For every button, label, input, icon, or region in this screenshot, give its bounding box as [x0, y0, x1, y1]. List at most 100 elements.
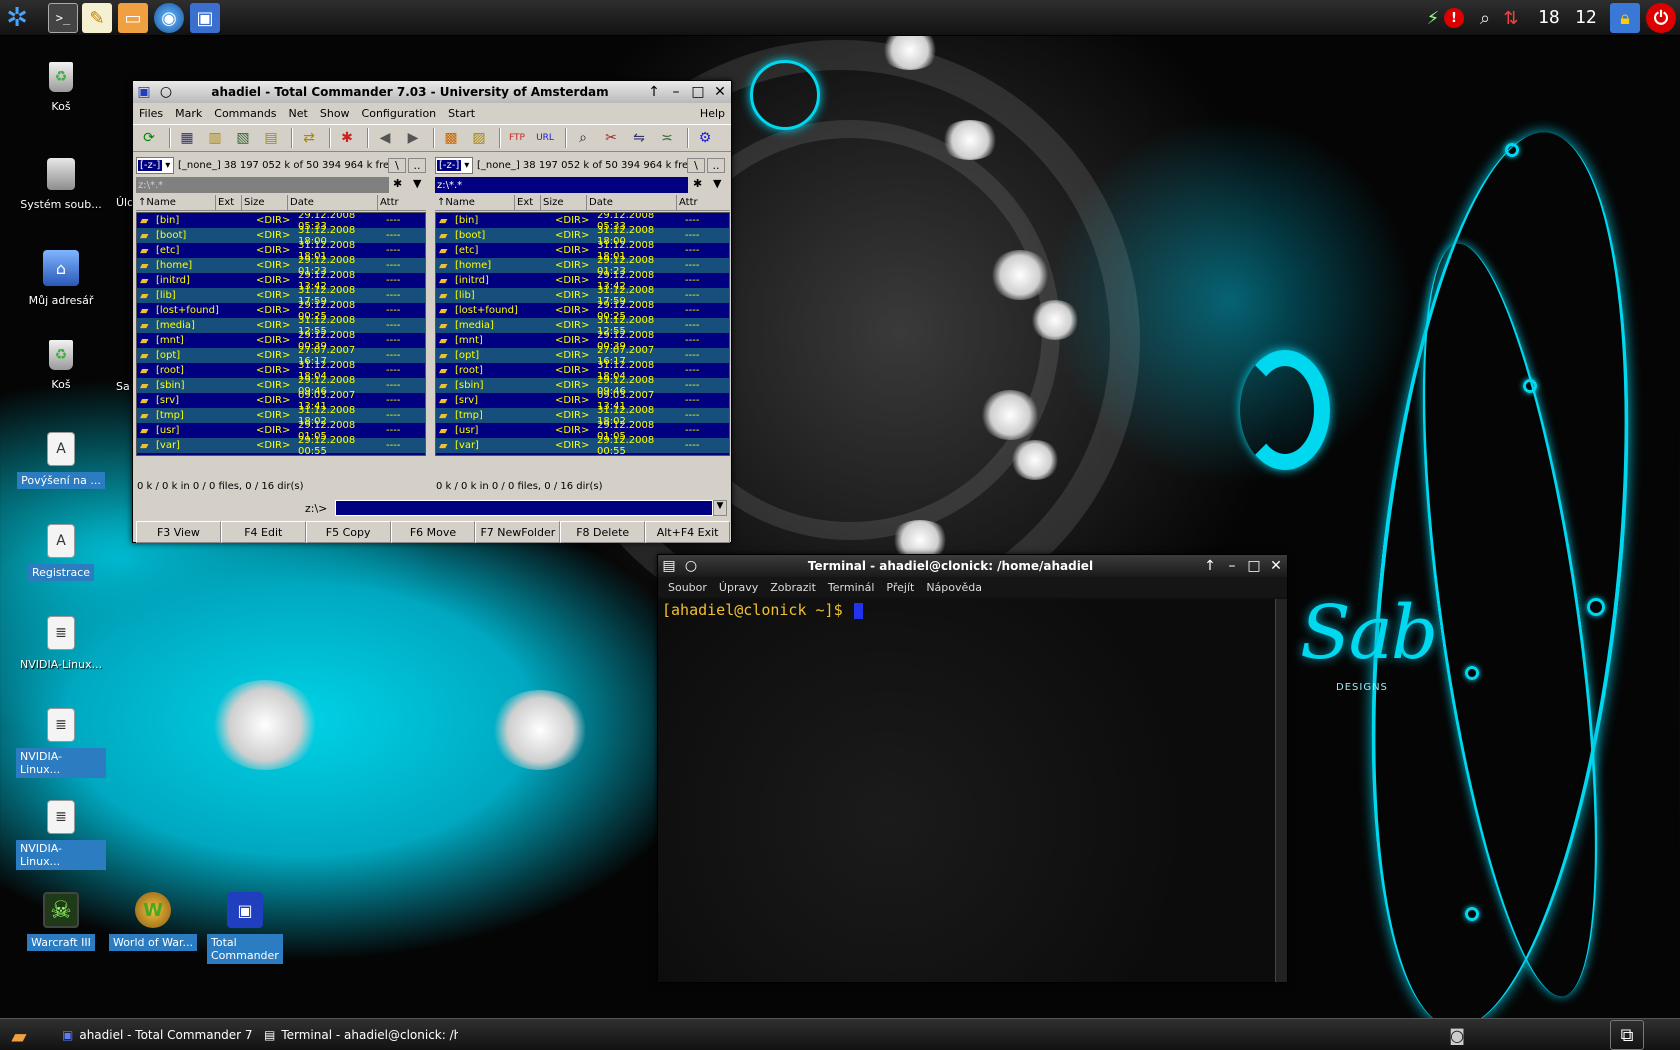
multi-rename-icon[interactable]: ✂: [599, 127, 623, 149]
terminal-scrollbar[interactable]: [1275, 599, 1287, 982]
shade-icon[interactable]: ↑: [1199, 557, 1221, 575]
asterisk-icon[interactable]: ✱: [393, 177, 402, 190]
menu-configuration[interactable]: Configuration: [356, 107, 443, 120]
root-button[interactable]: \: [388, 157, 406, 173]
file-row[interactable]: ▰ [home] <DIR> 29.12.2008 01:23 ----: [436, 255, 729, 277]
terminal-output[interactable]: [ahadiel@clonick ~]$: [658, 599, 1275, 982]
window-menu-icon[interactable]: ▤: [658, 557, 680, 575]
col-attr[interactable]: Attr: [378, 195, 426, 211]
menu-prejit[interactable]: Přejít: [880, 581, 920, 594]
desktop-icon-nvidia-3[interactable]: ≣ NVIDIA-Linux...: [16, 800, 106, 873]
terminal-icon[interactable]: >_: [48, 3, 78, 33]
brief-view-icon[interactable]: ▦: [175, 127, 199, 149]
file-row[interactable]: ▰ [mnt] <DIR> 29.12.2008 00:39 ----: [436, 330, 729, 352]
configure-icon[interactable]: ⚙: [693, 127, 717, 149]
desktop-icon-home[interactable]: ⌂ Můj adresář: [16, 250, 106, 312]
col-name[interactable]: ↑Name: [136, 195, 216, 211]
file-manager-icon[interactable]: ▭: [118, 3, 148, 33]
sync-dirs-icon[interactable]: ⇋: [627, 127, 651, 149]
terminal-titlebar[interactable]: ▤ ○ Terminal - ahadiel@clonick: /home/ah…: [658, 555, 1287, 577]
right-path-bar[interactable]: z:\*.*: [435, 177, 688, 193]
screenshot-icon[interactable]: ◙: [1442, 1020, 1472, 1050]
text-editor-icon[interactable]: ✎: [82, 3, 112, 33]
alert-icon[interactable]: !: [1444, 8, 1464, 28]
menu-commands[interactable]: Commands: [208, 107, 282, 120]
remote-desktop-icon[interactable]: ▣: [190, 3, 220, 33]
full-view-icon[interactable]: ▥: [203, 127, 227, 149]
thumbnail-view-icon[interactable]: ▧: [231, 127, 255, 149]
lock-icon[interactable]: 🔒︎: [1610, 3, 1640, 33]
kde-menu-icon[interactable]: ✲: [2, 3, 32, 33]
desktop-icon-trash[interactable]: ♻ Koš: [16, 62, 106, 118]
file-row[interactable]: ▰ [root] <DIR> 31.12.2008 18:04 ----: [436, 360, 729, 382]
col-date[interactable]: Date: [288, 195, 378, 211]
chevron-down-icon[interactable]: ▼: [713, 177, 721, 190]
asterisk-icon[interactable]: ✱: [693, 177, 702, 190]
f6-move-button[interactable]: F6 Move: [390, 521, 476, 543]
pager-icon[interactable]: ⧉: [1610, 1020, 1644, 1050]
desktop-icon-registration[interactable]: A Registrace: [16, 524, 106, 584]
col-ext[interactable]: Ext: [216, 195, 242, 211]
ftp-icon[interactable]: FTP: [505, 127, 529, 149]
back-icon[interactable]: ◀: [373, 127, 397, 149]
col-attr[interactable]: Attr: [677, 195, 730, 211]
f3-view-button[interactable]: F3 View: [136, 521, 221, 543]
close-icon[interactable]: ✕: [709, 83, 731, 101]
unpack-icon[interactable]: ▨: [467, 127, 491, 149]
menu-zobrazit[interactable]: Zobrazit: [764, 581, 822, 594]
file-row[interactable]: ▰ [initrd] <DIR> 29.12.2008 13:42 ----: [436, 270, 729, 292]
col-date[interactable]: Date: [587, 195, 677, 211]
file-row[interactable]: ▰ [srv] <DIR> 09.03.2007 13:41 ----: [436, 390, 729, 412]
file-row[interactable]: ▰ [boot] <DIR> 31.12.2008 18:00 ----: [436, 225, 729, 247]
task-terminal[interactable]: ▤ Terminal - ahadiel@clonick: /h...: [258, 1022, 458, 1048]
find-icon[interactable]: ⌕: [571, 127, 595, 149]
f4-edit-button[interactable]: F4 Edit: [220, 521, 306, 543]
window-menu-icon[interactable]: ▣: [133, 83, 155, 101]
right-file-list[interactable]: ▰ [bin] <DIR> 29.12.2008 05:33 ---- ▰ [boot] <D…: [435, 212, 730, 456]
left-path-bar[interactable]: z:\*.*: [136, 177, 389, 193]
tree-view-icon[interactable]: ▤: [259, 127, 283, 149]
desktop-icon-warcraft[interactable]: ☠ Warcraft III: [16, 892, 106, 954]
desktop-icon-upgrade[interactable]: A Povýšení na ...: [16, 432, 106, 492]
minimize-icon[interactable]: –: [665, 83, 687, 101]
close-icon[interactable]: ✕: [1265, 557, 1287, 575]
right-drive-select[interactable]: [-z-] ▾: [435, 156, 473, 174]
browser-icon[interactable]: ◉: [154, 3, 184, 33]
file-row[interactable]: ▰ [sbin] <DIR> 29.12.2008 09:46 ----: [436, 375, 729, 397]
f8-delete-button[interactable]: F8 Delete: [560, 521, 646, 543]
root-button[interactable]: \: [687, 157, 705, 173]
forward-icon[interactable]: ▶: [401, 127, 425, 149]
menu-net[interactable]: Net: [283, 107, 314, 120]
pack-icon[interactable]: ▩: [439, 127, 463, 149]
file-row[interactable]: ▰ [lost+found] <DIR> 29.12.2008 00:25 ----: [436, 300, 729, 322]
chevron-down-icon[interactable]: ▼: [413, 177, 421, 190]
task-total-commander[interactable]: ▣ ahadiel - Total Commander 7....: [56, 1022, 252, 1048]
menu-files[interactable]: Files: [133, 107, 169, 120]
show-desktop-icon[interactable]: ▰: [4, 1021, 34, 1050]
update-icon[interactable]: ⇅: [1496, 3, 1526, 33]
f7-newfolder-button[interactable]: F7 NewFolder: [475, 521, 561, 543]
file-row[interactable]: ▰ [usr] <DIR> 29.12.2008 01:05 ----: [436, 420, 729, 442]
menu-upravy[interactable]: Úpravy: [713, 581, 764, 594]
menu-start[interactable]: Start: [442, 107, 481, 120]
file-row[interactable]: ▰ [etc] <DIR> 31.12.2008 18:01 ----: [436, 240, 729, 262]
col-size[interactable]: Size: [242, 195, 288, 211]
menu-mark[interactable]: Mark: [169, 107, 208, 120]
shade-icon[interactable]: ↑: [643, 83, 665, 101]
power-icon[interactable]: ⏻: [1646, 3, 1676, 33]
menu-show[interactable]: Show: [314, 107, 356, 120]
file-row[interactable]: ▰ [bin] <DIR> 29.12.2008 05:33 ----: [436, 213, 729, 232]
col-ext[interactable]: Ext: [515, 195, 541, 211]
sticky-icon[interactable]: ○: [155, 83, 177, 101]
invert-selection-icon[interactable]: ⇄: [297, 127, 321, 149]
left-drive-select[interactable]: [-z-] ▾: [136, 156, 174, 174]
minimize-icon[interactable]: –: [1221, 557, 1243, 575]
url-icon[interactable]: URL: [533, 127, 557, 149]
menu-soubor[interactable]: Soubor: [662, 581, 713, 594]
chevron-down-icon[interactable]: ▼: [713, 500, 727, 516]
menu-napoveda[interactable]: Nápověda: [920, 581, 988, 594]
sticky-icon[interactable]: ○: [680, 557, 702, 575]
menu-help[interactable]: Help: [694, 107, 731, 120]
file-row[interactable]: ▰ [opt] <DIR> 27.07.2007 16:17 ----: [436, 345, 729, 367]
maximize-icon[interactable]: □: [687, 83, 709, 101]
